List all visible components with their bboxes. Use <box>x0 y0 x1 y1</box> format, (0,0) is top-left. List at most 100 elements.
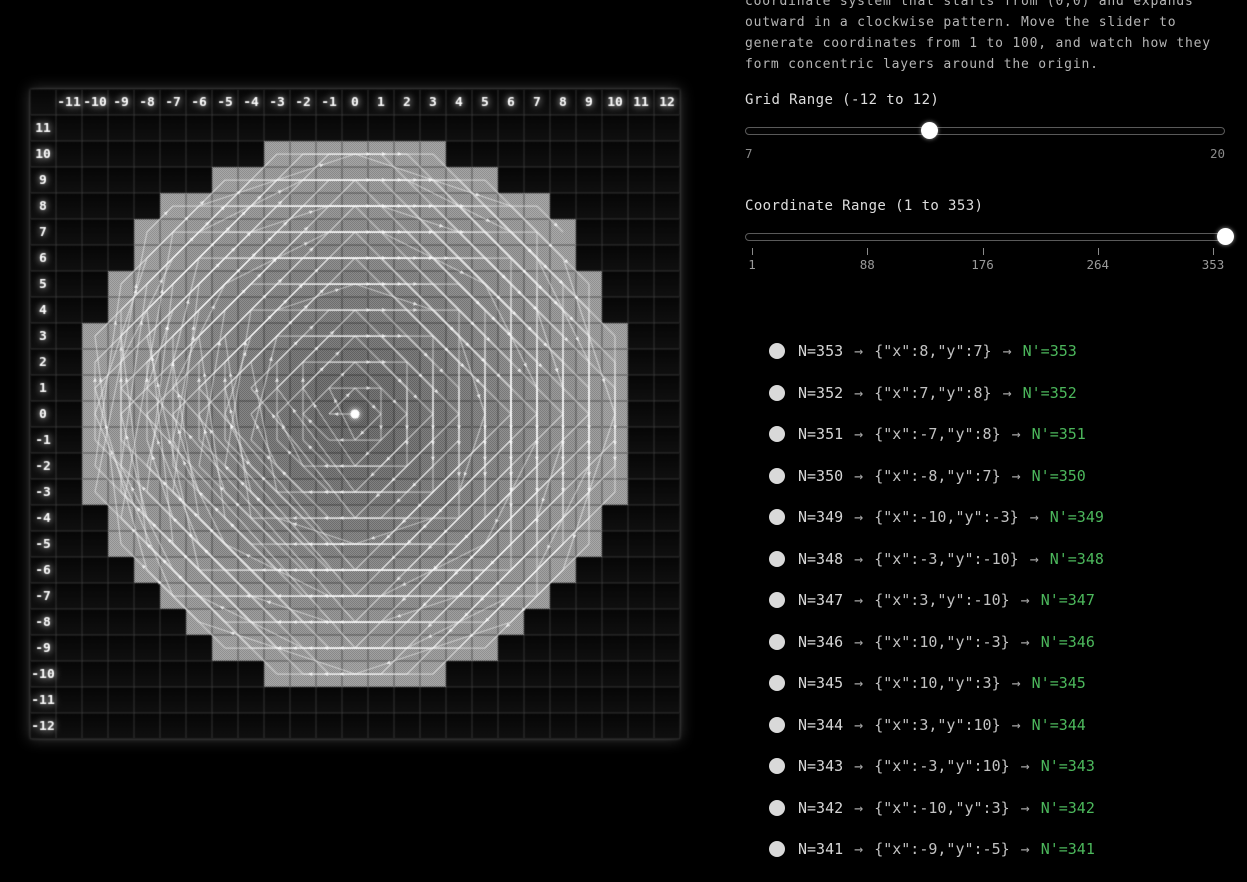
description-line: coordinate system that starts from (0,0)… <box>745 0 1211 12</box>
grid-range-slider-track[interactable] <box>745 127 1225 135</box>
coord-json-value: {"x":-10,"y":3} <box>874 799 1009 817</box>
coord-result-value: N'=353 <box>1023 342 1077 360</box>
description-line: generate coordinates from 1 to 100, and … <box>745 33 1211 54</box>
arrow-right-icon: → <box>854 550 863 568</box>
bullet-circle-icon <box>769 758 785 774</box>
coord-json-value: {"x":-9,"y":-5} <box>874 840 1009 858</box>
grid-range-slider[interactable] <box>745 122 1225 140</box>
tick-label: 353 <box>1202 257 1225 272</box>
coord-n-value: N=353 <box>798 342 843 360</box>
coord-result-value: N'=348 <box>1050 550 1104 568</box>
coord-n-value: N=351 <box>798 425 843 443</box>
coord-result-value: N'=347 <box>1041 591 1095 609</box>
coordinate-row: N=345 → {"x":10,"y":3} → N'=345 <box>769 674 1227 692</box>
tick-label: 88 <box>860 257 875 272</box>
coord-n-value: N=341 <box>798 840 843 858</box>
bullet-circle-icon <box>769 385 785 401</box>
arrow-right-icon: → <box>1012 716 1021 734</box>
coord-result-value: N'=345 <box>1032 674 1086 692</box>
tick-mark <box>1213 248 1214 255</box>
coordinate-row: N=350 → {"x":-8,"y":7} → N'=350 <box>769 467 1227 485</box>
description-line: outward in a clockwise pattern. Move the… <box>745 12 1211 33</box>
coord-n-value: N=349 <box>798 508 843 526</box>
coordinate-row: N=346 → {"x":10,"y":-3} → N'=346 <box>769 633 1227 651</box>
coord-result-value: N'=342 <box>1041 799 1095 817</box>
bullet-circle-icon <box>769 343 785 359</box>
arrow-right-icon: → <box>854 757 863 775</box>
arrow-right-icon: → <box>854 674 863 692</box>
tick-mark <box>867 248 868 255</box>
coord-n-value: N=346 <box>798 633 843 651</box>
bullet-circle-icon <box>769 468 785 484</box>
coordinate-row: N=349 → {"x":-10,"y":-3} → N'=349 <box>769 508 1227 526</box>
coord-json-value: {"x":-8,"y":7} <box>874 467 1000 485</box>
coord-n-value: N=352 <box>798 384 843 402</box>
coordinate-range-slider-thumb[interactable] <box>1217 228 1234 245</box>
coordinate-range-ticks: 188176264353 <box>752 248 1213 274</box>
arrow-right-icon: → <box>1021 591 1030 609</box>
arrow-right-icon: → <box>854 425 863 443</box>
coord-result-value: N'=350 <box>1032 467 1086 485</box>
arrow-right-icon: → <box>854 342 863 360</box>
grid-range-label: Grid Range (-12 to 12) <box>745 92 939 108</box>
coord-result-value: N'=352 <box>1023 384 1077 402</box>
arrow-right-icon: → <box>1012 425 1021 443</box>
coordinate-row: N=344 → {"x":3,"y":10} → N'=344 <box>769 716 1227 734</box>
coord-result-value: N'=351 <box>1032 425 1086 443</box>
coord-n-value: N=347 <box>798 591 843 609</box>
coord-json-value: {"x":10,"y":3} <box>874 674 1000 692</box>
coord-json-value: {"x":-3,"y":10} <box>874 757 1009 775</box>
arrow-right-icon: → <box>1021 799 1030 817</box>
control-panel: coordinate system that starts from (0,0)… <box>745 0 1227 855</box>
grid-range-slider-thumb[interactable] <box>921 122 938 139</box>
arrow-right-icon: → <box>854 716 863 734</box>
tick-label: 176 <box>971 257 994 272</box>
grid-range-min-label: 7 <box>745 146 753 161</box>
bullet-circle-icon <box>769 717 785 733</box>
arrow-right-icon: → <box>854 633 863 651</box>
arrow-right-icon: → <box>1003 384 1012 402</box>
tick-label: 264 <box>1086 257 1109 272</box>
coordinate-row: N=351 → {"x":-7,"y":8} → N'=351 <box>769 425 1227 443</box>
arrow-right-icon: → <box>854 591 863 609</box>
bullet-circle-icon <box>769 634 785 650</box>
arrow-right-icon: → <box>854 799 863 817</box>
bullet-circle-icon <box>769 509 785 525</box>
tick-mark <box>752 248 753 255</box>
coord-result-value: N'=346 <box>1041 633 1095 651</box>
arrow-right-icon: → <box>1021 757 1030 775</box>
coord-n-value: N=344 <box>798 716 843 734</box>
coord-n-value: N=348 <box>798 550 843 568</box>
arrow-right-icon: → <box>854 508 863 526</box>
arrow-right-icon: → <box>854 384 863 402</box>
coord-json-value: {"x":-7,"y":8} <box>874 425 1000 443</box>
grid-range-max-label: 20 <box>1210 146 1225 161</box>
coord-n-value: N=343 <box>798 757 843 775</box>
bullet-circle-icon <box>769 675 785 691</box>
coord-json-value: {"x":3,"y":-10} <box>874 591 1009 609</box>
coordinate-row: N=342 → {"x":-10,"y":3} → N'=342 <box>769 799 1227 817</box>
tick-mark <box>1098 248 1099 255</box>
coord-json-value: {"x":8,"y":7} <box>874 342 991 360</box>
bullet-circle-icon <box>769 592 785 608</box>
coordinate-range-label: Coordinate Range (1 to 353) <box>745 198 983 214</box>
coordinate-row: N=352 → {"x":7,"y":8} → N'=352 <box>769 384 1227 402</box>
bullet-circle-icon <box>769 800 785 816</box>
arrow-right-icon: → <box>854 467 863 485</box>
arrow-right-icon: → <box>1012 467 1021 485</box>
coord-n-value: N=345 <box>798 674 843 692</box>
bullet-circle-icon <box>769 426 785 442</box>
spiral-coordinate-app: coordinate system that starts from (0,0)… <box>0 0 1247 855</box>
coordinate-range-slider[interactable] <box>745 228 1225 246</box>
coord-n-value: N=342 <box>798 799 843 817</box>
tick-mark <box>983 248 984 255</box>
coordinate-range-slider-track[interactable] <box>745 233 1225 241</box>
coord-result-value: N'=343 <box>1041 757 1095 775</box>
coord-json-value: {"x":-3,"y":-10} <box>874 550 1019 568</box>
coord-result-value: N'=344 <box>1032 716 1086 734</box>
arrow-right-icon: → <box>1030 508 1039 526</box>
coord-result-value: N'=349 <box>1050 508 1104 526</box>
coord-json-value: {"x":7,"y":8} <box>874 384 991 402</box>
coordinate-row: N=348 → {"x":-3,"y":-10} → N'=348 <box>769 550 1227 568</box>
arrow-right-icon: → <box>1021 840 1030 858</box>
